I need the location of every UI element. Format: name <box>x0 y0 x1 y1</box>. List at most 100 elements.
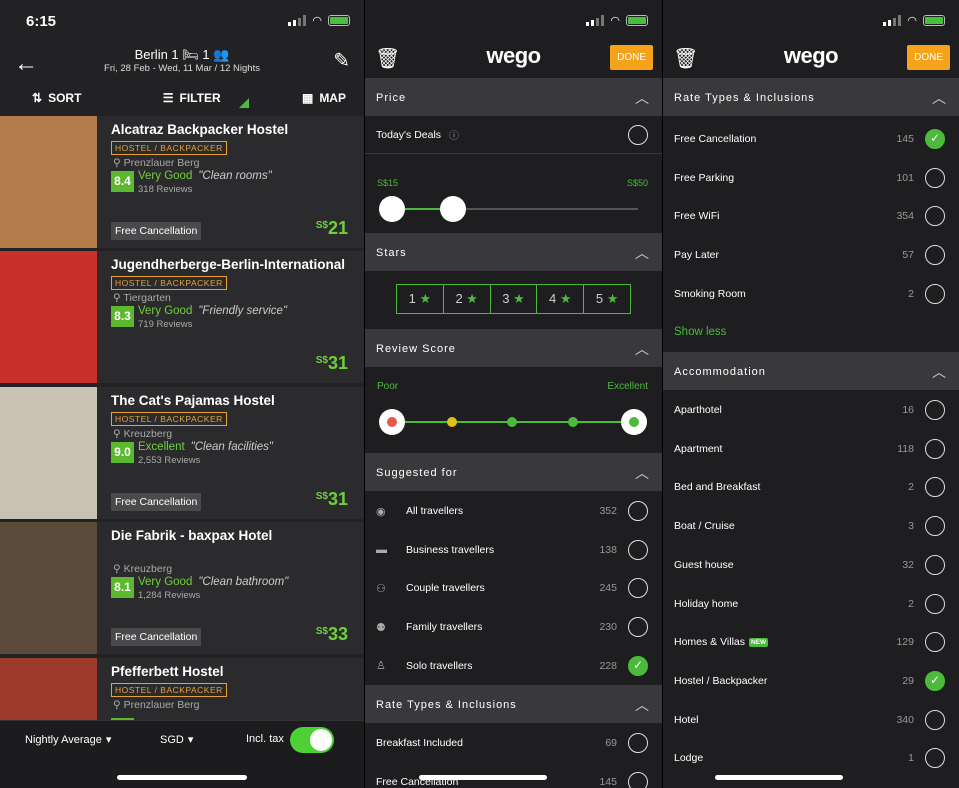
edit-pencil-icon[interactable]: ✎ <box>333 48 350 73</box>
price-slider[interactable] <box>379 196 638 222</box>
filter-option[interactable]: Aparthotel 16 <box>663 391 959 429</box>
option-radio[interactable] <box>925 245 945 266</box>
option-radio[interactable] <box>628 771 648 788</box>
option-radio[interactable] <box>925 283 945 304</box>
review-max-handle[interactable] <box>621 409 647 435</box>
suggested-section-header[interactable]: Suggested for ︿ <box>365 453 662 491</box>
filter-option[interactable]: Free WiFi 354 <box>663 197 959 235</box>
hotel-card[interactable]: The Cat's Pajamas Hostel HOSTEL / BACKPAC… <box>0 387 364 519</box>
checkmark-icon[interactable]: ✓ <box>925 129 945 149</box>
stars-section-header[interactable]: Stars ︿ <box>365 233 662 271</box>
review-summary: Very Good "Clean bathroom" <box>138 576 288 588</box>
star-option-5[interactable]: 5 ★ <box>584 285 630 313</box>
option-label: Guest house <box>674 558 734 571</box>
filter-option[interactable]: Lodge 1 <box>663 739 959 777</box>
suggested-option[interactable]: ⚉ Family travellers 230 <box>365 608 662 646</box>
star-option-1[interactable]: 1 ★ <box>397 285 444 313</box>
show-less-link[interactable]: Show less <box>663 313 959 351</box>
option-radio[interactable] <box>925 554 945 575</box>
option-radio[interactable] <box>628 578 648 599</box>
map-button[interactable]: ▦ MAP <box>302 86 346 110</box>
currency-dropdown[interactable]: SGD ▾ <box>160 733 193 747</box>
star-option-3[interactable]: 3 ★ <box>491 285 538 313</box>
signal-icon <box>586 15 605 26</box>
todays-deals-row[interactable]: Today's Deals ⓘ <box>365 116 662 154</box>
price-min-handle[interactable] <box>379 196 405 222</box>
option-radio[interactable] <box>925 438 945 459</box>
search-city[interactable]: Berlin 1 🛏 1 👥 <box>0 47 364 63</box>
suggested-option[interactable]: ♙ Solo travellers 228 ✓ <box>365 647 662 685</box>
checkmark-icon[interactable]: ✓ <box>628 655 648 676</box>
accommodation-section-header[interactable]: Accommodation ︿ <box>663 352 959 390</box>
suggested-option[interactable]: ◉ All travellers 352 <box>365 492 662 530</box>
option-radio[interactable] <box>925 206 945 227</box>
review-score-slider[interactable] <box>379 409 647 435</box>
rates-section-header[interactable]: Rate Types & Inclusions ︿ <box>365 685 662 723</box>
option-radio[interactable] <box>925 748 945 769</box>
filter-option[interactable]: Free Cancellation 145 ✓ <box>663 120 959 158</box>
filter-option[interactable]: Boat / Cruise 3 <box>663 507 959 545</box>
battery-icon <box>626 15 648 26</box>
option-radio[interactable] <box>925 593 945 614</box>
nightly-average-dropdown[interactable]: Nightly Average ▾ <box>25 733 112 747</box>
hotel-card[interactable]: Jugendherberge-Berlin-International HOSTE… <box>0 251 364 383</box>
filter-button[interactable]: ☰ FILTER <box>163 86 249 110</box>
search-dates[interactable]: Fri, 28 Feb - Wed, 11 Mar / 12 Nights <box>0 63 364 74</box>
star-option-2[interactable]: 2 ★ <box>444 285 491 313</box>
sort-button[interactable]: ⇅ SORT <box>32 86 81 110</box>
todays-deals-radio[interactable] <box>628 124 648 145</box>
suggested-option[interactable]: ▬ Business travellers 138 <box>365 531 662 569</box>
rates-section-header[interactable]: Rate Types & Inclusions ︿ <box>663 78 959 116</box>
done-button[interactable]: DONE <box>907 45 950 70</box>
price-section-header[interactable]: Price ︿ <box>365 78 662 116</box>
option-radio[interactable] <box>628 733 648 753</box>
option-radio[interactable] <box>925 516 945 537</box>
status-bar: ◠ <box>365 0 662 40</box>
chevron-up-icon: ︿ <box>635 465 650 481</box>
option-radio[interactable] <box>628 501 648 521</box>
filter-option[interactable]: Free Parking 101 <box>663 159 959 197</box>
hotel-card[interactable]: Alcatraz Backpacker Hostel HOSTEL / BACKP… <box>0 116 364 248</box>
filter-option[interactable]: Homes & Villas NEW 129 <box>663 623 959 661</box>
results-screen: 6:15 ◠ ← Berlin 1 🛏 1 👥 Fri, 28 Feb - We… <box>0 0 364 788</box>
hotel-photo <box>0 251 97 383</box>
option-radio[interactable] <box>925 400 945 420</box>
filter-option[interactable]: Hostel / Backpacker 29 ✓ <box>663 662 959 700</box>
hotel-card[interactable]: Die Fabrik - baxpax Hotel ⚲ Kreuzberg 8.1 V… <box>0 522 364 654</box>
review-score-badge: 8.1 <box>111 577 134 598</box>
filter-option[interactable]: Smoking Room 2 <box>663 275 959 313</box>
review-summary: Very Good "Friendly service" <box>138 305 287 317</box>
option-radio[interactable] <box>628 617 648 638</box>
incl-tax-label: Incl. tax <box>246 733 284 745</box>
option-radio[interactable] <box>925 709 945 730</box>
filter-option[interactable]: Bed and Breakfast 2 <box>663 468 959 506</box>
option-label: Apartment <box>674 442 723 455</box>
star-icon: ★ <box>513 291 525 306</box>
option-radio[interactable] <box>925 167 945 188</box>
done-button[interactable]: DONE <box>610 45 653 70</box>
review-min-handle[interactable] <box>379 409 405 435</box>
review-quote: "Friendly service" <box>198 305 288 317</box>
filter-option[interactable]: Apartment 118 <box>663 430 959 468</box>
option-radio[interactable] <box>925 477 945 498</box>
hotel-price: S$31 <box>316 353 348 374</box>
option-radio[interactable] <box>628 539 648 560</box>
results-toolbar: ⇅ SORT ☰ FILTER ▦ MAP <box>0 86 364 110</box>
checkmark-icon[interactable]: ✓ <box>925 670 945 691</box>
battery-icon <box>328 15 350 26</box>
filter-option[interactable]: Holiday home 2 <box>663 585 959 623</box>
incl-tax-toggle[interactable] <box>290 727 334 753</box>
option-label: Hostel / Backpacker <box>674 674 768 687</box>
star-option-4[interactable]: 4 ★ <box>537 285 585 313</box>
chevron-up-icon: ︿ <box>932 90 947 106</box>
filter-option[interactable]: Hotel 340 <box>663 701 959 739</box>
price-max-handle[interactable] <box>440 196 466 222</box>
suggested-option[interactable]: ⚇ Couple travellers 245 <box>365 569 662 607</box>
rate-option[interactable]: Breakfast Included 69 <box>365 724 662 762</box>
filter-option[interactable]: Pay Later 57 <box>663 236 959 274</box>
option-radio[interactable] <box>925 632 945 653</box>
review-score-section-header[interactable]: Review Score ︿ <box>365 329 662 367</box>
filter-option[interactable]: Guest house 32 <box>663 546 959 584</box>
caret-down-icon: ▾ <box>105 734 112 746</box>
review-count: 2,553 Reviews <box>138 455 201 466</box>
